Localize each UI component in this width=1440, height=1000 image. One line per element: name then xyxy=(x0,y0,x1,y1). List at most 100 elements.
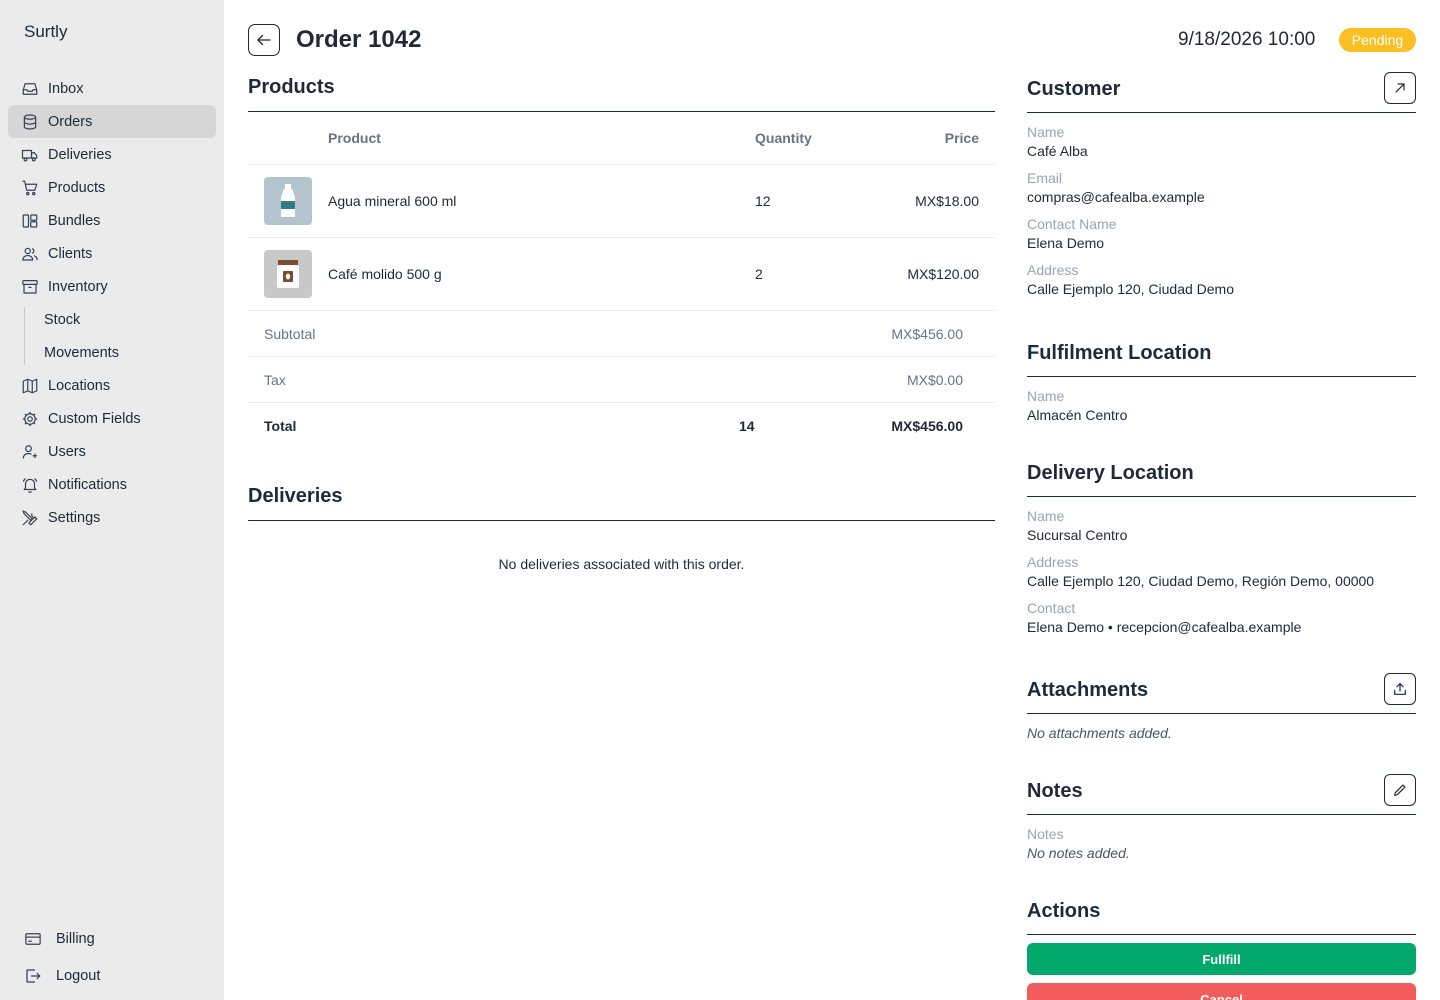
sidebar-item-label: Notifications xyxy=(48,476,127,493)
sidebar-item-custom-fields[interactable]: Custom Fields xyxy=(8,402,216,435)
customer-name: Café Alba xyxy=(1027,143,1088,159)
sidebar-item-label: Stock xyxy=(44,311,81,328)
tax-row: Tax MX$0.00 xyxy=(248,357,995,403)
sidebar: Surtly Inbox Orders Deliveries Products … xyxy=(0,0,224,1000)
sidebar-item-label: Billing xyxy=(56,930,95,947)
table-header-row: Product Quantity Price xyxy=(248,112,995,165)
deliveries-section-header: Deliveries xyxy=(248,485,995,521)
sidebar-item-label: Locations xyxy=(48,377,111,394)
sidebar-item-label: Movements xyxy=(44,344,119,361)
sidebar-item-label: Products xyxy=(48,179,106,196)
column-header-price: Price xyxy=(944,130,979,146)
fulfill-button[interactable]: Fullfill xyxy=(1027,943,1416,975)
open-customer-button[interactable] xyxy=(1384,72,1416,104)
user-plus-icon xyxy=(21,443,39,461)
external-link-icon xyxy=(1395,83,1405,93)
customer-email-label: Email xyxy=(1027,170,1063,186)
customer-name-label: Name xyxy=(1027,124,1065,140)
actions-title: Actions xyxy=(1027,900,1101,922)
notes-label: Notes xyxy=(1027,826,1064,842)
archive-icon xyxy=(21,278,39,296)
sidebar-item-inbox[interactable]: Inbox xyxy=(8,72,216,105)
sidebar-item-logout[interactable]: Logout xyxy=(16,957,216,994)
customer-title: Customer xyxy=(1027,78,1121,100)
sidebar-item-stock[interactable]: Stock xyxy=(44,303,216,336)
pencil-icon xyxy=(1394,784,1406,796)
attachments-empty: No attachments added. xyxy=(1027,725,1172,741)
database-icon xyxy=(21,113,39,131)
water-bottle-icon xyxy=(264,177,312,225)
total-label: Total xyxy=(264,418,297,434)
map-icon xyxy=(21,377,39,395)
sidebar-item-billing[interactable]: Billing xyxy=(16,920,216,957)
sidebar-item-label: Users xyxy=(48,443,86,460)
cancel-button[interactable]: Cancel xyxy=(1027,983,1416,1000)
sidebar-item-movements[interactable]: Movements xyxy=(44,336,216,369)
sidebar-item-label: Orders xyxy=(48,113,93,130)
sidebar-item-inventory[interactable]: Inventory xyxy=(8,270,216,303)
subtotal-value: MX$456.00 xyxy=(891,325,963,342)
notes-empty: No notes added. xyxy=(1027,845,1130,861)
back-button[interactable] xyxy=(248,24,280,56)
tax-label: Tax xyxy=(264,371,286,388)
sidebar-bottom: Billing Logout xyxy=(16,920,216,994)
products-title: Products xyxy=(248,76,335,98)
bell-icon xyxy=(21,476,39,494)
fulfilment-name-label: Name xyxy=(1027,388,1065,404)
sidebar-item-label: Inventory xyxy=(48,278,108,295)
sidebar-item-users[interactable]: Users xyxy=(8,435,216,468)
delivery-location-section: Delivery Location Name Sucursal Centro A… xyxy=(1027,461,1416,635)
product-name: Agua mineral 600 ml xyxy=(328,193,457,209)
truck-icon xyxy=(21,146,39,164)
customer-contact-label: Contact Name xyxy=(1027,216,1117,232)
delivery-address: Calle Ejemplo 120, Ciudad Demo, Región D… xyxy=(1027,573,1375,589)
fulfilment-location-section: Fulfilment Location Name Almacén Centro xyxy=(1027,341,1416,423)
cart-icon xyxy=(21,179,39,197)
sidebar-item-label: Bundles xyxy=(48,212,101,229)
fulfilment-name: Almacén Centro xyxy=(1027,407,1128,423)
total-row: Total 14 MX$456.00 xyxy=(248,403,995,449)
customer-email: compras@cafealba.example xyxy=(1027,189,1205,205)
order-datetime: 9/18/2026 10:00 xyxy=(1178,29,1316,50)
attachments-title: Attachments xyxy=(1027,679,1149,701)
sidebar-item-locations[interactable]: Locations xyxy=(8,369,216,402)
sidebar-item-deliveries[interactable]: Deliveries xyxy=(8,138,216,171)
coffee-bag-icon xyxy=(264,250,312,298)
column-header-product: Product xyxy=(328,130,381,146)
users-icon xyxy=(21,245,39,263)
total-quantity: 14 xyxy=(739,418,755,434)
sidebar-item-notifications[interactable]: Notifications xyxy=(8,468,216,501)
delivery-contact: Elena Demo • recepcion@cafealba.example xyxy=(1027,619,1302,635)
product-quantity: 12 xyxy=(755,193,771,209)
total-value: MX$456.00 xyxy=(891,418,963,434)
notes-title: Notes xyxy=(1027,780,1083,802)
upload-attachment-button[interactable] xyxy=(1384,673,1416,705)
product-name: Café molido 500 g xyxy=(328,266,442,282)
bundles-icon xyxy=(21,212,39,230)
sidebar-item-settings[interactable]: Settings xyxy=(8,501,216,534)
sidebar-item-clients[interactable]: Clients xyxy=(8,237,216,270)
inbox-icon xyxy=(21,80,39,98)
actions-section: Actions Fullfill Cancel xyxy=(1027,899,1416,1000)
delivery-location-title: Delivery Location xyxy=(1027,462,1194,484)
delivery-address-label: Address xyxy=(1027,554,1079,570)
deliveries-empty-message: No deliveries associated with this order… xyxy=(498,556,745,572)
sidebar-item-label: Settings xyxy=(48,509,101,526)
customer-contact: Elena Demo xyxy=(1027,235,1105,251)
table-row[interactable]: Agua mineral 600 ml 12 MX$18.00 xyxy=(248,165,995,238)
sidebar-item-label: Custom Fields xyxy=(48,410,141,427)
notes-section: Notes Notes No notes added. xyxy=(1027,774,1416,861)
delivery-name-label: Name xyxy=(1027,508,1065,524)
sidebar-item-orders[interactable]: Orders xyxy=(8,105,216,138)
edit-notes-button[interactable] xyxy=(1384,774,1416,806)
sidebar-nav: Inbox Orders Deliveries Products Bundles… xyxy=(8,72,216,534)
sidebar-item-label: Clients xyxy=(48,245,93,262)
table-row[interactable]: Café molido 500 g 2 MX$120.00 xyxy=(248,238,995,311)
inventory-submenu: Stock Movements xyxy=(24,303,216,369)
customer-address: Calle Ejemplo 120, Ciudad Demo xyxy=(1027,281,1234,297)
sidebar-item-bundles[interactable]: Bundles xyxy=(8,204,216,237)
app-name: Surtly xyxy=(24,22,68,41)
sidebar-item-products[interactable]: Products xyxy=(8,171,216,204)
cog-icon xyxy=(21,410,39,428)
subtotal-row: Subtotal MX$456.00 xyxy=(248,311,995,357)
